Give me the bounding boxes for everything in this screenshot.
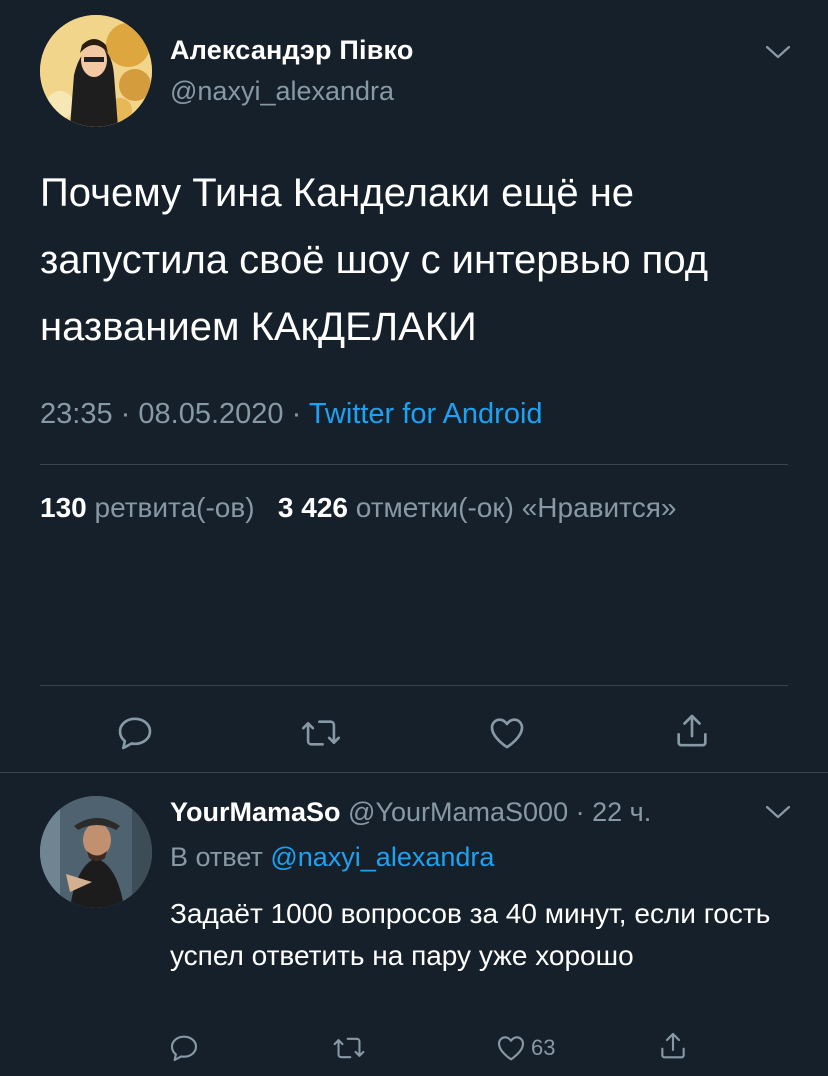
chevron-down-icon[interactable] bbox=[765, 44, 791, 60]
likes-count: 3 426 bbox=[277, 492, 348, 523]
retweets-count: 130 bbox=[40, 492, 87, 523]
likes-label: отметки(-ок) «Нравится» bbox=[355, 492, 677, 523]
retweets-label: ретвита(-ов) bbox=[94, 492, 255, 523]
like-button[interactable] bbox=[487, 713, 527, 753]
share-button[interactable] bbox=[672, 711, 712, 751]
divider bbox=[40, 464, 788, 465]
reply-author-handle[interactable]: @YourMamaS000 bbox=[348, 797, 568, 827]
heart-icon bbox=[490, 718, 524, 749]
reply-reply-button[interactable] bbox=[168, 1032, 200, 1064]
reply-like-button[interactable]: 63 bbox=[495, 1032, 555, 1064]
retweet-icon bbox=[333, 1037, 365, 1059]
reply-time[interactable]: 22 ч. bbox=[592, 797, 651, 827]
tweet-stats: 130 ретвита(-ов) 3 426 отметки(-ок) «Нра… bbox=[40, 492, 676, 524]
meta-separator: · bbox=[291, 398, 302, 430]
meta-separator: · bbox=[120, 398, 131, 430]
author-handle[interactable]: @naxyi_alexandra bbox=[170, 76, 394, 107]
divider bbox=[40, 685, 788, 686]
reply-context: В ответ @naxyi_alexandra bbox=[170, 842, 494, 873]
reply-author-avatar[interactable] bbox=[40, 796, 152, 908]
retweet-icon bbox=[301, 720, 341, 746]
reply-like-count: 63 bbox=[531, 1035, 556, 1060]
reply-prefix: В ответ bbox=[170, 842, 263, 872]
reply-icon bbox=[118, 717, 152, 750]
retweet-button[interactable] bbox=[300, 713, 342, 753]
reply-header: YourMamaSo @YourMamaS000 · 22 ч. bbox=[170, 797, 651, 828]
reply-icon bbox=[170, 1035, 198, 1062]
tweet-date[interactable]: 08.05.2020 bbox=[138, 398, 283, 430]
reply-button[interactable] bbox=[115, 713, 155, 753]
tweet-time[interactable]: 23:35 bbox=[40, 398, 113, 430]
divider bbox=[0, 772, 828, 773]
chevron-down-icon[interactable] bbox=[765, 804, 791, 820]
reply-to-link[interactable]: @naxyi_alexandra bbox=[270, 842, 494, 872]
tweet-source-link[interactable]: Twitter for Android bbox=[309, 398, 543, 430]
author-avatar[interactable] bbox=[40, 15, 152, 127]
reply-author-name[interactable]: YourMamaSo bbox=[170, 797, 341, 827]
share-icon bbox=[677, 714, 707, 747]
retweets-stat[interactable]: 130 ретвита(-ов) bbox=[40, 492, 255, 523]
heart-icon bbox=[497, 1036, 525, 1061]
meta-separator: · bbox=[575, 797, 585, 827]
reply-retweet-button[interactable] bbox=[332, 1032, 366, 1064]
tweet-text: Почему Тина Канделаки ещё не запустила с… bbox=[40, 171, 709, 349]
reply-text: Задаёт 1000 вопросов за 40 минут, если г… bbox=[170, 898, 771, 971]
author-name[interactable]: Александэр Півко bbox=[170, 35, 414, 66]
reply-share-button[interactable] bbox=[657, 1030, 689, 1062]
likes-stat[interactable]: 3 426 отметки(-ок) «Нравится» bbox=[278, 492, 677, 523]
share-icon bbox=[661, 1032, 685, 1059]
tweet-meta: 23:35 · 08.05.2020 · Twitter for Android bbox=[40, 398, 543, 431]
